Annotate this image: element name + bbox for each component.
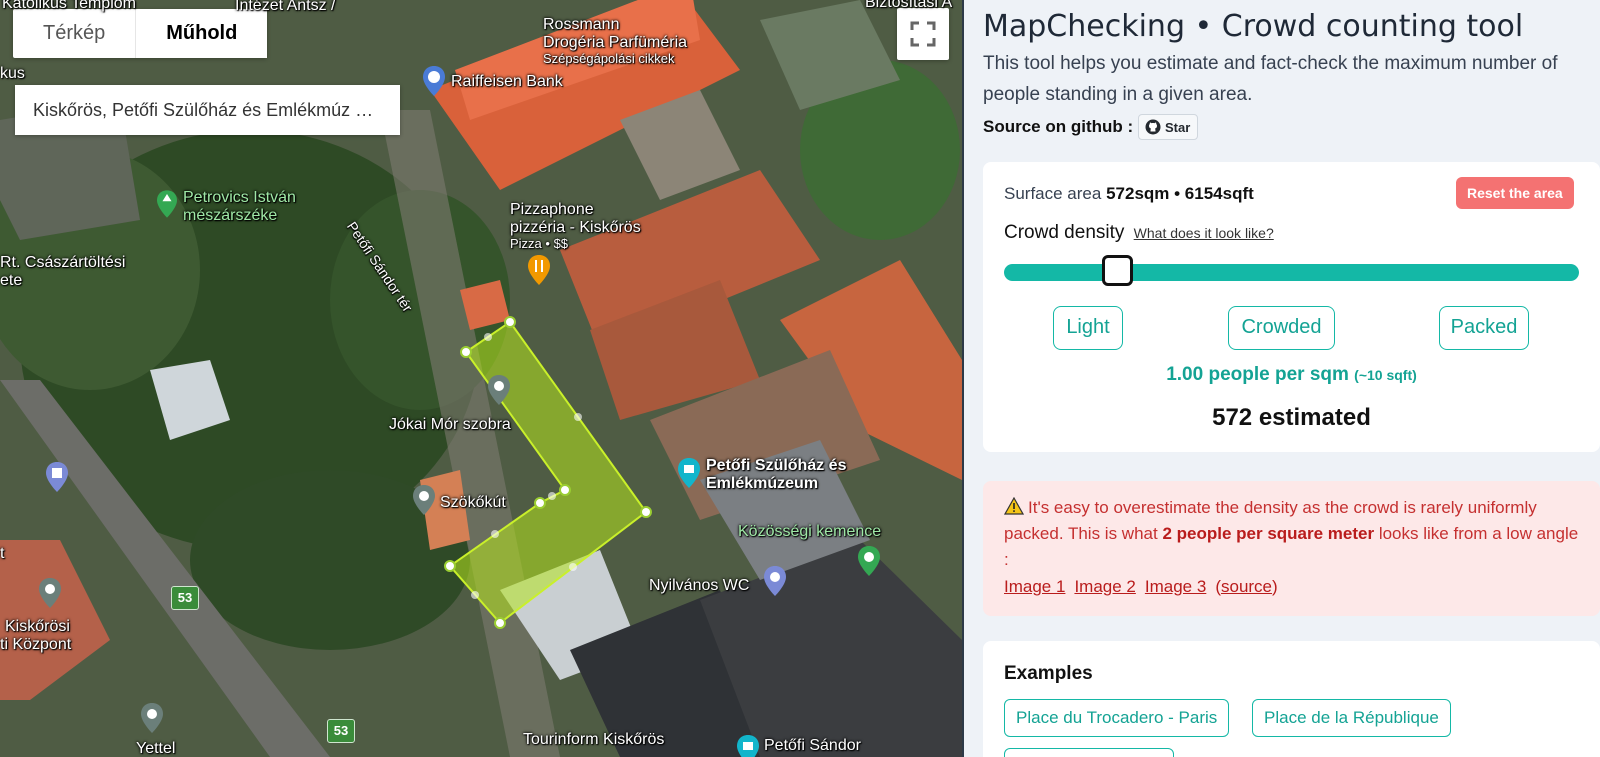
map-label: Szépségápolási cikkek (543, 51, 675, 66)
map-label: mészárszéke (183, 207, 278, 224)
map-label: Pizza • $$ (510, 236, 569, 251)
example-republique-button[interactable]: Place de la République (1252, 699, 1451, 737)
map-label: Petőfi Sándor (764, 737, 861, 754)
map-label: ti Központ (0, 636, 72, 653)
restaurant-pin-icon[interactable] (528, 255, 550, 289)
maptype-map-button[interactable]: Térkép (13, 9, 135, 58)
image-1-link[interactable]: Image 1 (1004, 577, 1065, 596)
place-pin-icon[interactable] (39, 578, 61, 612)
map-label: Jókai Mór szobra (389, 416, 511, 433)
road-number-badge: 53 (327, 719, 355, 743)
map-label: Kiskőrösi (5, 618, 70, 635)
surface-label: Surface area (1004, 184, 1102, 203)
example-trocadero-button[interactable]: Place du Trocadero - Paris (1004, 699, 1230, 737)
map-label: Nyilvános WC (649, 577, 750, 594)
preset-packed-button[interactable]: Packed (1439, 306, 1529, 350)
examples-title: Examples (1004, 663, 1093, 684)
surface-area: Surface area 572sqm • 6154sqft (1004, 184, 1254, 204)
community-pin-icon[interactable] (858, 546, 880, 580)
transit-pin-icon[interactable] (46, 462, 68, 496)
museum-pin-icon[interactable] (737, 735, 759, 757)
road-number-badge: 53 (171, 586, 199, 610)
map-label: Intézet Antsz / (235, 0, 336, 14)
density-example-link[interactable]: What does it look like? (1134, 225, 1274, 241)
warning-box: It's easy to overestimate the density as… (983, 481, 1600, 616)
preset-light-button[interactable]: Light (1053, 306, 1123, 350)
map-label: Petrovics István (183, 189, 296, 206)
density-slider-track[interactable] (1004, 264, 1579, 281)
crowd-card: Surface area 572sqm • 6154sqft Reset the… (983, 162, 1600, 452)
github-star-button[interactable]: Star (1138, 114, 1199, 140)
image-3-link[interactable]: Image 3 (1145, 577, 1206, 596)
source-paren-close: ) (1272, 577, 1278, 596)
map-label: Közösségi kemence (738, 523, 882, 540)
map-label: Emlékmúzeum (706, 475, 819, 492)
density-readout: 1.00 people per sqm (~10 sqft) (983, 364, 1600, 386)
people-per-sqm-note: (~10 sqft) (1354, 367, 1417, 383)
github-star-label: Star (1165, 119, 1191, 135)
people-per-sqm: 1.00 people per sqm (1166, 364, 1349, 385)
reset-area-button[interactable]: Reset the area (1456, 177, 1574, 209)
density-label: Crowd density (1004, 222, 1125, 243)
examples-card: Examples Place du Trocadero - Paris Plac… (983, 641, 1600, 757)
density-heading: Crowd density What does it look like? (1004, 222, 1274, 244)
surface-value: 572sqm • 6154sqft (1106, 184, 1254, 203)
estimated-count: 572 estimated (1212, 404, 1371, 431)
statue-pin-icon[interactable] (488, 375, 510, 409)
map-label: Szökőkút (440, 494, 506, 511)
page-title: MapChecking • Crowd counting tool (983, 9, 1524, 44)
fullscreen-button[interactable] (897, 8, 949, 60)
warning-text-bold: 2 people per square meter (1162, 524, 1375, 543)
map-label: Drogéria Parfüméria (543, 34, 688, 51)
map-label: pizzéria - Kiskőrös (510, 219, 641, 236)
map-label: Katolikus Templom (2, 0, 136, 12)
wc-pin-icon[interactable] (764, 566, 786, 600)
warning-text: It's easy to overestimate the density as… (1003, 495, 1584, 573)
map-label: kus (0, 65, 25, 82)
image-2-link[interactable]: Image 2 (1074, 577, 1135, 596)
map-label: Rossmann (543, 16, 620, 33)
satellite-map[interactable]: Térkép Műhold Kiskőrös, Petőfi Szülőház … (0, 0, 962, 757)
page-description: This tool helps you estimate and fact-ch… (983, 53, 1558, 105)
park-pin-icon[interactable] (157, 189, 177, 223)
map-label: Petőfi Szülőház és (706, 457, 847, 474)
source-label: Source on github : (983, 117, 1134, 136)
shop-pin-icon[interactable] (141, 703, 163, 737)
warning-icon (1003, 496, 1025, 515)
source-link[interactable]: source (1221, 577, 1272, 596)
place-card[interactable]: Kiskőrös, Petőfi Szülőház és Emlékmúz … (15, 85, 400, 135)
map-label: t (0, 545, 5, 562)
map-label: Pizzaphone (510, 201, 594, 218)
museum-pin-icon[interactable] (678, 458, 700, 492)
warning-links: Image 1 Image 2 Image 3 (source) (1004, 577, 1278, 597)
preset-crowded-button[interactable]: Crowded (1228, 306, 1335, 350)
fullscreen-icon (910, 21, 936, 47)
map-type-control: Térkép Műhold (13, 9, 268, 58)
map-label: Rt. Császártöltési (0, 254, 126, 271)
example-button-partial[interactable] (1004, 748, 1174, 757)
map-label: Raiffeisen Bank (451, 73, 563, 90)
bank-pin-icon[interactable] (423, 66, 445, 100)
map-label: Yettel (136, 740, 176, 757)
map-label: ete (0, 272, 23, 289)
map-label: Tourinform Kiskőrös (523, 731, 665, 748)
map-label: Biztosítási A (865, 0, 953, 11)
github-icon (1145, 119, 1161, 135)
fountain-pin-icon[interactable] (413, 485, 435, 519)
maptype-satellite-button[interactable]: Műhold (135, 9, 268, 58)
density-slider-thumb[interactable] (1101, 255, 1133, 286)
